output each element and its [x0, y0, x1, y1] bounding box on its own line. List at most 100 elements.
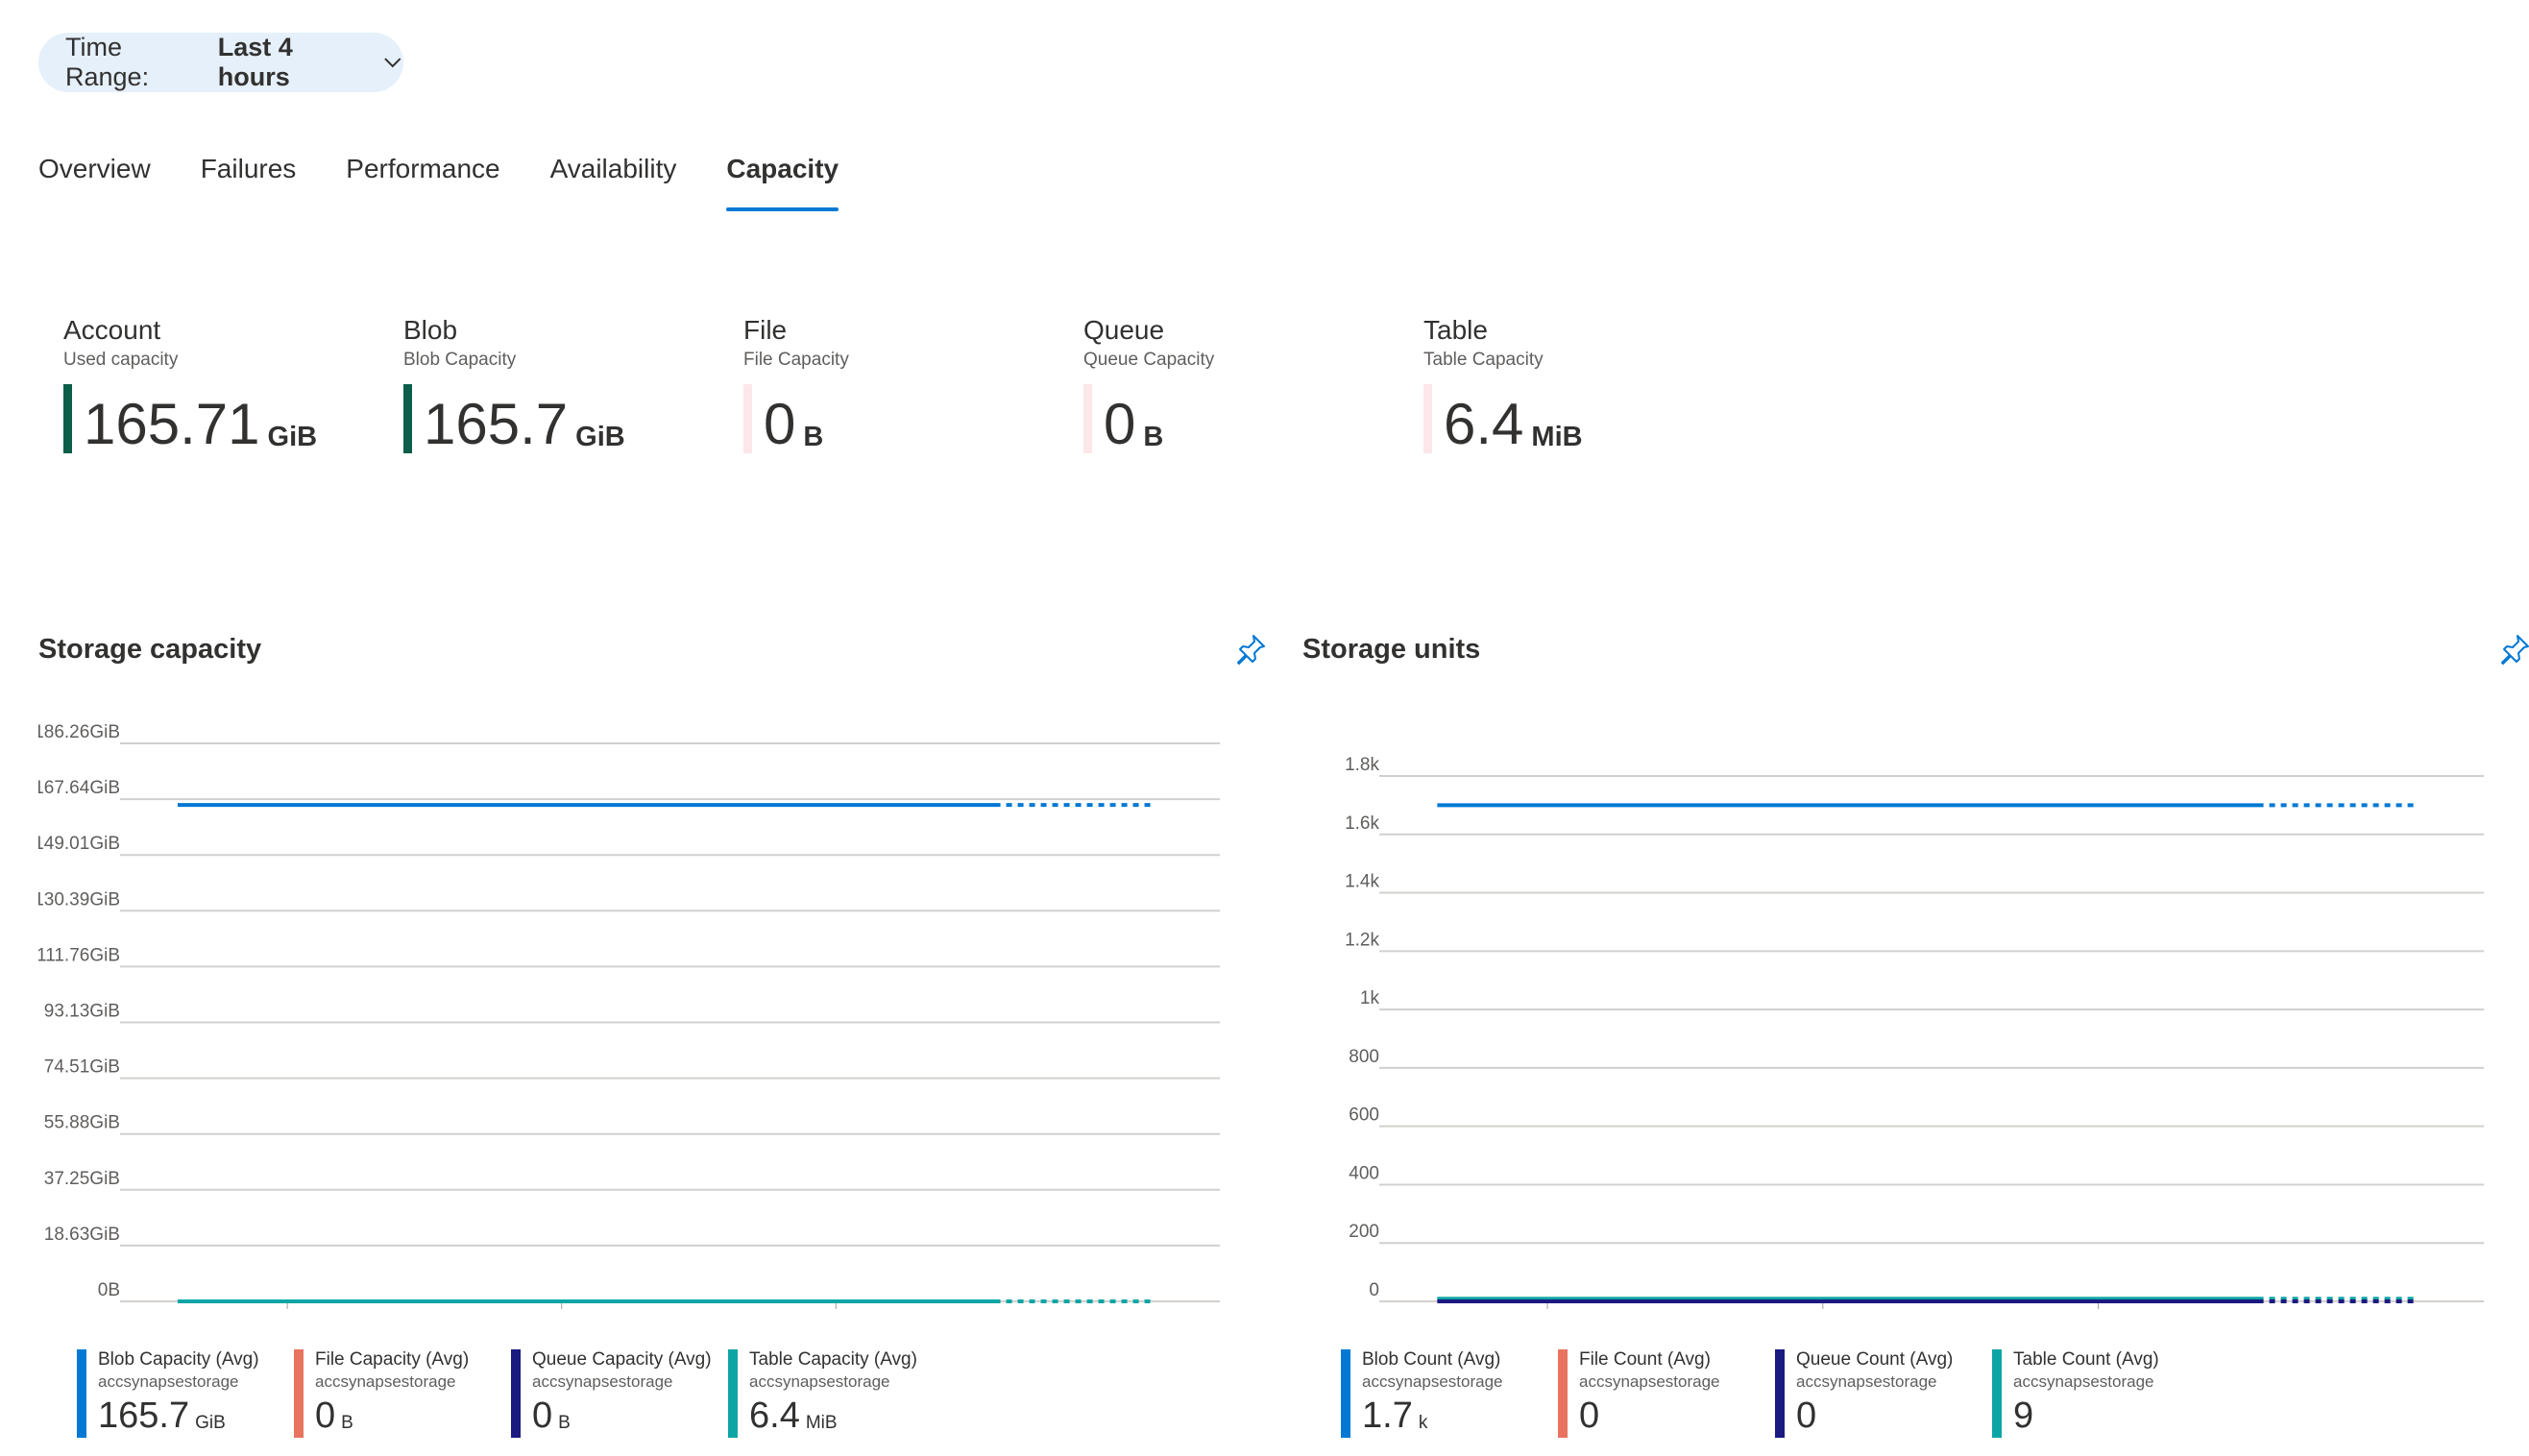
legend-color [511, 1349, 521, 1438]
legend-value: 6.4 [749, 1395, 800, 1436]
legend-unit: GiB [195, 1413, 226, 1433]
panel-title: Storage capacity [38, 634, 262, 665]
legend-color [294, 1349, 304, 1438]
chart-legend: Blob Capacity (Avg) accsynapsestorage 16… [77, 1349, 945, 1438]
y-tick-label: 18.63GiB [44, 1225, 120, 1245]
tab-overview[interactable]: Overview [38, 154, 151, 211]
y-tick-label: 0B [98, 1280, 120, 1300]
legend-unit: k [1418, 1413, 1428, 1433]
legend-color [1992, 1349, 2002, 1438]
legend-name: Blob Count (Avg) [1362, 1349, 1501, 1370]
y-tick-label: 55.88GiB [44, 1113, 120, 1133]
legend-unit: B [341, 1413, 353, 1433]
y-tick-label: 1k [1360, 988, 1380, 1008]
y-tick-label: 149.01GiB [38, 834, 120, 854]
legend-color [1341, 1349, 1350, 1438]
tab-failures[interactable]: Failures [201, 154, 297, 211]
legend-item[interactable]: Table Count (Avg) accsynapsestorage 9 [1992, 1349, 2209, 1438]
x-tick-label: 10 AM [1797, 1315, 1849, 1316]
y-tick-label: 93.13GiB [44, 1002, 120, 1022]
tab-capacity[interactable]: Capacity [726, 154, 839, 211]
y-tick-label: 600 [1349, 1105, 1379, 1126]
legend-item[interactable]: Table Capacity (Avg) accsynapsestorage 6… [728, 1349, 945, 1438]
time-range-label: Time Range: [65, 33, 150, 91]
tab-bar: Overview Failures Performance Availabili… [38, 154, 888, 211]
kpi-subtitle: Queue Capacity [1083, 350, 1215, 370]
tab-availability[interactable]: Availability [550, 154, 677, 211]
kpi-blob[interactable]: Blob Blob Capacity 165.7 GiB [403, 315, 743, 453]
legend-item[interactable]: Blob Capacity (Avg) accsynapsestorage 16… [77, 1349, 294, 1438]
legend-value: 0 [1579, 1395, 1600, 1436]
kpi-value: 0 [764, 392, 796, 456]
legend-account: accsynapsestorage [532, 1372, 673, 1391]
y-tick-label: 200 [1349, 1222, 1379, 1242]
kpi-color-bar [743, 384, 752, 453]
legend-name: File Capacity (Avg) [315, 1349, 470, 1370]
kpi-color-bar [63, 384, 72, 453]
legend-color [77, 1349, 86, 1438]
kpi-value: 6.4 [1444, 392, 1524, 456]
x-tick-label: 11 AM [811, 1315, 861, 1316]
y-tick-label: 400 [1349, 1163, 1379, 1183]
chart-legend: Blob Count (Avg) accsynapsestorage 1.7 k … [1341, 1349, 2209, 1438]
storage-capacity-panel: Storage capacity 186.26GiB 167.64GiB 149.0… [38, 615, 1268, 1456]
kpi-file[interactable]: File File Capacity 0 B [743, 315, 1083, 453]
legend-color [1558, 1349, 1568, 1438]
kpi-account[interactable]: Account Used capacity 165.71 GiB [63, 315, 403, 453]
kpi-value: 165.7 [424, 392, 569, 456]
kpi-color-bar [1083, 384, 1092, 453]
kpi-value: 165.71 [84, 392, 260, 456]
kpi-title: Table [1423, 315, 1488, 345]
legend-value: 9 [2013, 1395, 2034, 1436]
kpi-table[interactable]: Table Table Capacity 6.4 MiB [1423, 315, 1763, 453]
time-range-value: Last 4 hours [217, 33, 293, 91]
kpi-color-bar [1423, 384, 1432, 453]
y-tick-label: 37.25GiB [44, 1169, 120, 1189]
x-tick-label: 9 AM [1526, 1315, 1568, 1316]
kpi-unit: MiB [1531, 422, 1583, 452]
legend-account: accsynapsestorage [1362, 1372, 1503, 1391]
time-range-picker[interactable]: Time Range: Last 4 hours [38, 33, 403, 92]
y-tick-label: 130.39GiB [38, 889, 120, 910]
storage-units-chart[interactable]: 1.8k 1.6k 1.4k 1.2k 1k 800 600 400 200 0 9 AM 10 AM… [1302, 720, 2493, 1316]
kpi-title: Account [63, 315, 161, 345]
legend-name: Table Capacity (Avg) [749, 1349, 917, 1370]
kpi-unit: B [803, 422, 824, 452]
legend-account: accsynapsestorage [749, 1372, 890, 1391]
legend-item[interactable]: File Count (Avg) accsynapsestorage 0 [1558, 1349, 1775, 1438]
legend-color [728, 1349, 738, 1438]
legend-name: Blob Capacity (Avg) [98, 1349, 259, 1370]
kpi-subtitle: File Capacity [743, 350, 849, 370]
kpi-subtitle: Blob Capacity [403, 350, 517, 370]
legend-name: Table Count (Avg) [2013, 1349, 2159, 1370]
legend-item[interactable]: Queue Capacity (Avg) accsynapsestorage 0… [511, 1349, 728, 1438]
pin-icon[interactable] [1233, 632, 1268, 667]
kpi-color-bar [403, 384, 412, 453]
pin-icon[interactable] [2497, 632, 2529, 667]
legend-name: File Count (Avg) [1579, 1349, 1711, 1370]
legend-item[interactable]: Blob Count (Avg) accsynapsestorage 1.7 k [1341, 1349, 1558, 1438]
kpi-queue[interactable]: Queue Queue Capacity 0 B [1083, 315, 1423, 453]
kpi-tiles: Account Used capacity 165.71 GiB Blob Bl… [63, 315, 1763, 453]
kpi-value: 0 [1104, 392, 1136, 456]
tab-performance[interactable]: Performance [346, 154, 499, 211]
kpi-unit: GiB [575, 422, 625, 452]
y-tick-label: 1.8k [1345, 755, 1379, 775]
x-tick-label: 9 AM [267, 1315, 308, 1316]
legend-item[interactable]: Queue Count (Avg) accsynapsestorage 0 [1775, 1349, 1992, 1438]
y-tick-label: 111.76GiB [38, 945, 120, 965]
x-tick-label: 11 AM [2073, 1315, 2123, 1316]
y-tick-label: 1.6k [1345, 813, 1379, 834]
legend-value: 0 [315, 1395, 336, 1436]
legend-item[interactable]: File Capacity (Avg) accsynapsestorage 0B [294, 1349, 511, 1438]
legend-unit: MiB [805, 1413, 838, 1433]
storage-capacity-chart[interactable]: 186.26GiB 167.64GiB 149.01GiB 130.39GiB 111.… [38, 720, 1229, 1316]
kpi-subtitle: Table Capacity [1423, 350, 1544, 370]
panel-title: Storage units [1302, 634, 1481, 665]
legend-name: Queue Capacity (Avg) [532, 1349, 712, 1370]
legend-account: accsynapsestorage [98, 1372, 239, 1391]
chevron-down-icon [384, 58, 401, 68]
y-tick-label: 167.64GiB [38, 778, 120, 798]
legend-unit: B [558, 1413, 571, 1433]
y-tick-label: 0 [1369, 1280, 1379, 1300]
